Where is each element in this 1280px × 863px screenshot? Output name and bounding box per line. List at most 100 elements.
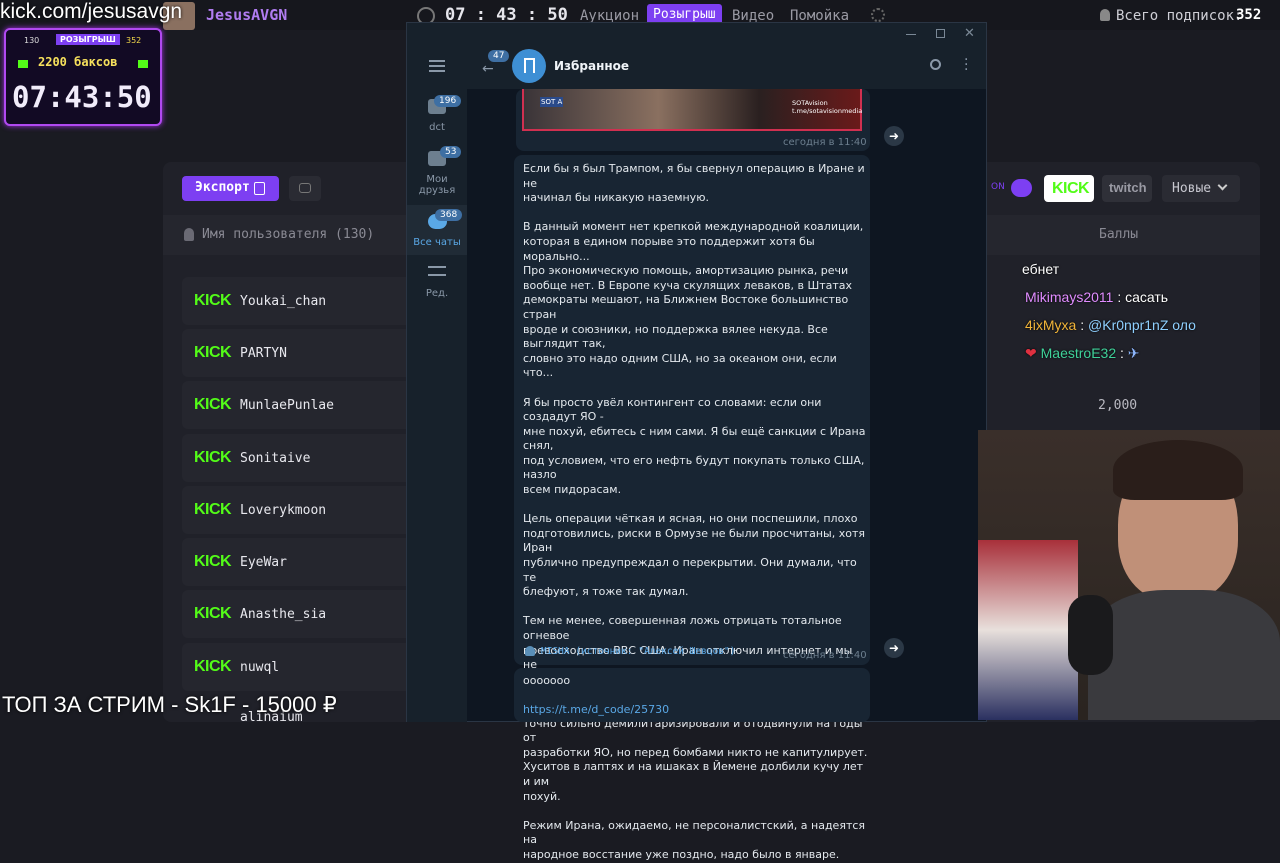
twitch-filter-label: twitch bbox=[1109, 180, 1147, 195]
sort-dropdown[interactable]: Новые bbox=[1162, 175, 1240, 202]
saved-messages-avatar bbox=[512, 49, 546, 83]
webcam-body bbox=[1088, 590, 1280, 720]
folder-label: Мои друзья bbox=[418, 174, 456, 196]
kick-logo-icon: KICK bbox=[194, 501, 232, 518]
points-value: 2,000 bbox=[1098, 398, 1138, 413]
more-vertical-icon[interactable]: · · · bbox=[964, 53, 968, 77]
points-column-header[interactable]: Баллы bbox=[1099, 227, 1138, 242]
export-button[interactable]: Экспорт bbox=[182, 176, 279, 201]
chat-username: Mikimays2011 bbox=[1025, 289, 1114, 305]
twitch-filter-button[interactable]: twitch bbox=[1102, 175, 1152, 202]
folder-label: Все чаты bbox=[413, 237, 461, 248]
message-image[interactable]: SOT A SOTAvision t.me/sotavisionmedia bbox=[522, 89, 862, 131]
money-icon bbox=[138, 60, 148, 68]
table-row[interactable]: KICK Loverykmoon bbox=[182, 486, 412, 534]
folder-friends[interactable]: 53 Мои друзья bbox=[407, 145, 467, 200]
folder-dct[interactable]: 196 dct bbox=[407, 93, 467, 138]
user-column-header[interactable]: Имя пользователя (130) bbox=[202, 227, 374, 242]
money-icon bbox=[18, 60, 28, 68]
menu-icon[interactable] bbox=[429, 60, 445, 72]
username: Sonitaive bbox=[240, 451, 311, 466]
image-caption-right: SOTAvision t.me/sotavisionmedia bbox=[792, 99, 863, 115]
minimize-icon[interactable] bbox=[906, 34, 916, 35]
refresh-button[interactable] bbox=[289, 176, 321, 201]
close-icon[interactable]: ✕ bbox=[964, 26, 975, 41]
giveaway-timer: 07:43:50 bbox=[12, 80, 152, 114]
giveaway-title: РОЗЫГРЫШ bbox=[56, 34, 120, 45]
table-row[interactable]: KICK Anasthe_sia bbox=[182, 590, 412, 638]
webcam-flag bbox=[978, 540, 1078, 720]
chat-username: 4ixMyxa bbox=[1025, 317, 1077, 333]
user-icon bbox=[1100, 9, 1110, 21]
kick-logo-icon: KICK bbox=[194, 605, 232, 622]
table-row[interactable]: KICK MunlaePunlae bbox=[182, 381, 412, 429]
chat-message: 4ixMyxa : @Kr0npr1nZ оло bbox=[1025, 317, 1196, 333]
refresh-icon bbox=[299, 183, 311, 193]
export-icon bbox=[254, 182, 265, 195]
chat-message: ебнет bbox=[1022, 261, 1059, 277]
maximize-icon[interactable] bbox=[936, 29, 945, 38]
message-text: Если бы я был Трампом, я бы свернул опер… bbox=[523, 162, 868, 861]
kick-logo-icon: KICK bbox=[194, 449, 232, 466]
chat-text: сасать bbox=[1125, 289, 1169, 305]
message-signature: MISHA (источник: "Алексей Шевцов") bbox=[541, 646, 736, 657]
folder-badge: 53 bbox=[440, 146, 462, 158]
person-icon bbox=[525, 646, 535, 656]
forward-icon[interactable]: ➜ bbox=[884, 126, 904, 146]
giveaway-widget: 130 РОЗЫГРЫШ 352 2200 баксов 07:43:50 bbox=[4, 28, 162, 126]
back-badge: 47 bbox=[488, 50, 510, 62]
forward-icon[interactable]: ➜ bbox=[884, 638, 904, 658]
folder-label: dct bbox=[429, 122, 445, 133]
kick-logo-icon: KICK bbox=[194, 292, 232, 309]
webcam-hair bbox=[1113, 440, 1243, 500]
chat-message: ❤ MaestroE32 : ✈ bbox=[1025, 345, 1140, 361]
window-titlebar bbox=[407, 23, 986, 45]
kick-logo-icon: KICK bbox=[194, 553, 232, 570]
bird-icon: ✈ bbox=[1127, 345, 1140, 361]
giveaway-left-count: 130 bbox=[24, 36, 40, 45]
username: nuwql bbox=[240, 660, 280, 675]
channel-name: JesusAVGN bbox=[206, 6, 288, 24]
kick-logo-icon: KICK bbox=[194, 344, 232, 361]
heart-icon: ❤ bbox=[1025, 345, 1037, 361]
table-row[interactable]: KICK Youkai_chan bbox=[182, 277, 412, 325]
on-label: ON bbox=[991, 182, 1005, 192]
image-caption-left: SOT A bbox=[540, 97, 564, 107]
stream-url: kick.com/jesusavgn bbox=[0, 0, 183, 23]
folder-all-chats[interactable]: 368 Все чаты bbox=[407, 205, 467, 255]
folder-badge: 196 bbox=[434, 95, 462, 107]
user-icon bbox=[184, 228, 194, 241]
back-arrow-icon[interactable]: ← bbox=[482, 61, 494, 77]
giveaway-right-count: 352 bbox=[126, 36, 142, 45]
username: EyeWar bbox=[240, 555, 287, 570]
subs-label: Всего подписок: bbox=[1116, 8, 1243, 24]
table-row[interactable]: KICK EyeWar bbox=[182, 538, 412, 586]
chevron-down-icon bbox=[1217, 180, 1228, 191]
folder-badge: 368 bbox=[435, 209, 463, 221]
folder-label: Ред. bbox=[425, 288, 449, 299]
table-row[interactable]: KICK PARTYN bbox=[182, 329, 412, 377]
chat-text: @Kr0npr1nZ оло bbox=[1088, 317, 1196, 333]
giveaway-prize: 2200 баксов bbox=[38, 55, 118, 69]
message-time: сегодня в 11:40 bbox=[783, 650, 867, 661]
chat-username: MaestroE32 bbox=[1040, 345, 1117, 361]
gear-icon[interactable] bbox=[871, 8, 885, 22]
stream-chat-overlay: ебнет Mikimays2011 : сасать 4ixMyxa : @K… bbox=[1020, 255, 1260, 370]
chat-message: Mikimays2011 : сасать bbox=[1025, 289, 1169, 305]
search-icon[interactable] bbox=[930, 59, 941, 70]
sliders-icon bbox=[428, 266, 446, 276]
sort-label: Новые bbox=[1172, 181, 1212, 196]
subs-count: 352 bbox=[1236, 7, 1262, 23]
folder-edit[interactable]: Ред. bbox=[407, 262, 467, 302]
username: MunlaePunlae bbox=[240, 398, 334, 413]
kick-logo-icon: KICK bbox=[194, 396, 232, 413]
message-text: ооооооо bbox=[523, 674, 571, 687]
table-row[interactable]: KICK Sonitaive bbox=[182, 434, 412, 482]
message-link[interactable]: https://t.me/d_code/25730 bbox=[523, 703, 669, 716]
toggle-switch[interactable] bbox=[1011, 179, 1032, 197]
kick-filter-button[interactable]: KICK bbox=[1044, 175, 1094, 202]
username: PARTYN bbox=[240, 346, 287, 361]
username: Anasthe_sia bbox=[240, 607, 327, 622]
bookmark-icon bbox=[524, 58, 535, 73]
table-row[interactable]: KICK nuwql bbox=[182, 643, 412, 691]
